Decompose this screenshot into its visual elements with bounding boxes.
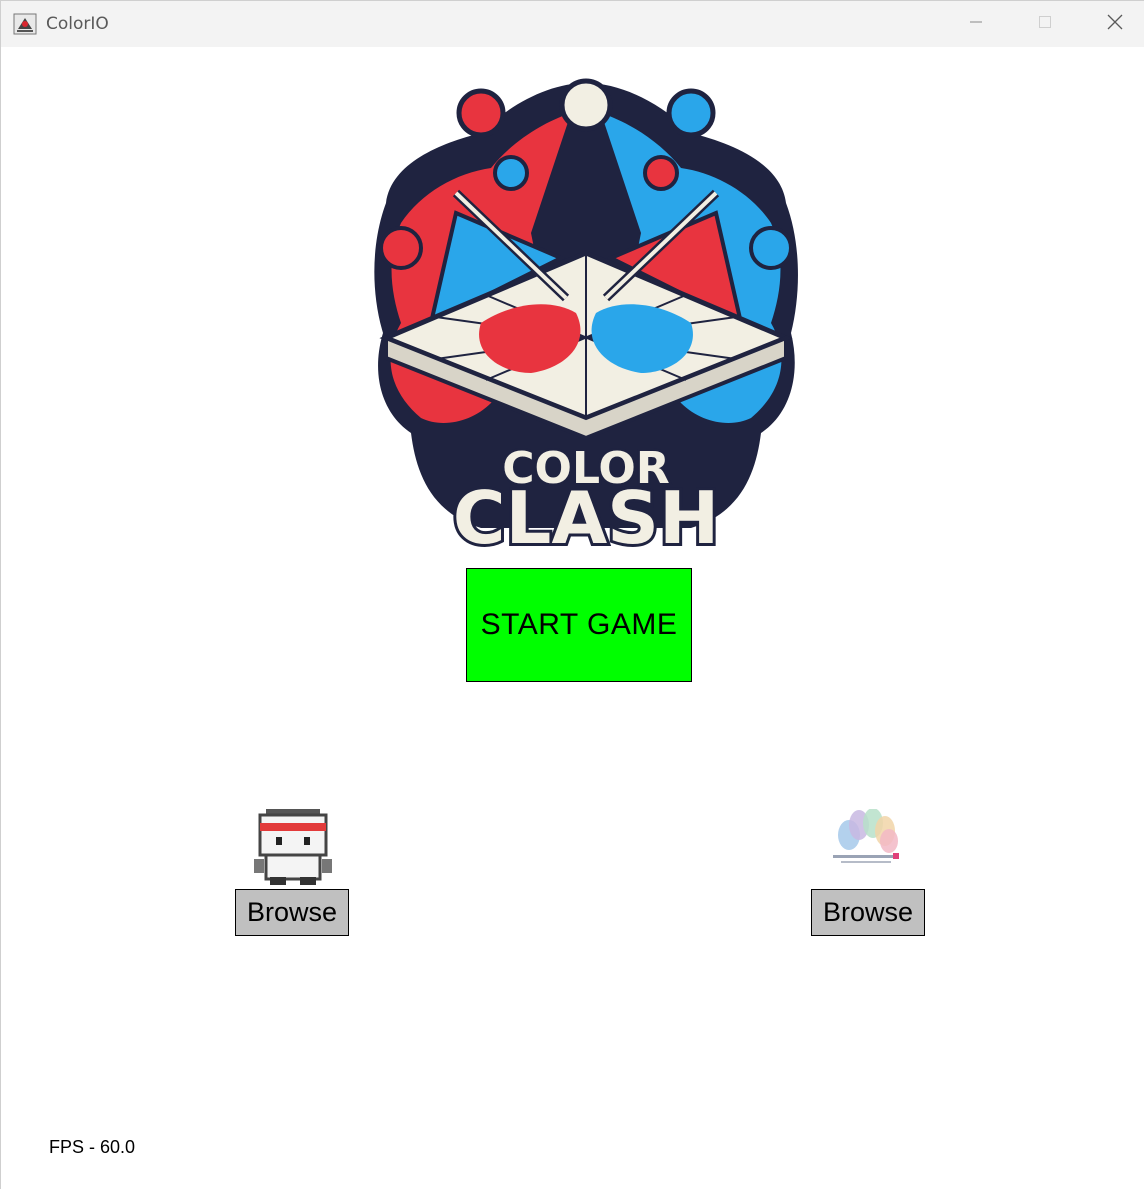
java-cup-icon [13, 13, 37, 35]
logo-line2: CLASH [453, 476, 720, 553]
maximize-icon [1038, 15, 1052, 34]
title-bar[interactable]: ColorIO [1, 1, 1144, 47]
player1-browse-button[interactable]: Browse [235, 889, 349, 936]
minimize-icon [969, 15, 983, 34]
color-clash-logo: COLOR CLASH [361, 73, 811, 563]
game-canvas[interactable]: COLOR CLASH START GAME Browse Browse FPS… [1, 47, 1144, 1189]
player1-avatar [254, 809, 332, 885]
maximize-button[interactable] [1010, 1, 1080, 47]
window-title: ColorIO [46, 14, 109, 34]
close-button[interactable] [1080, 1, 1144, 47]
player2-browse-button[interactable]: Browse [811, 889, 925, 936]
close-icon [1107, 14, 1123, 35]
fps-counter: FPS - 60.0 [49, 1137, 136, 1157]
app-window: ColorIO COLOR CLASH START GAME Browse Br… [0, 0, 1144, 1189]
pixel-character-headband-icon [254, 809, 332, 889]
minimize-button[interactable] [941, 1, 1011, 47]
rainbow-peacock-logo-icon [831, 808, 903, 877]
start-game-button[interactable]: START GAME [466, 568, 692, 682]
player2-avatar [831, 808, 903, 873]
